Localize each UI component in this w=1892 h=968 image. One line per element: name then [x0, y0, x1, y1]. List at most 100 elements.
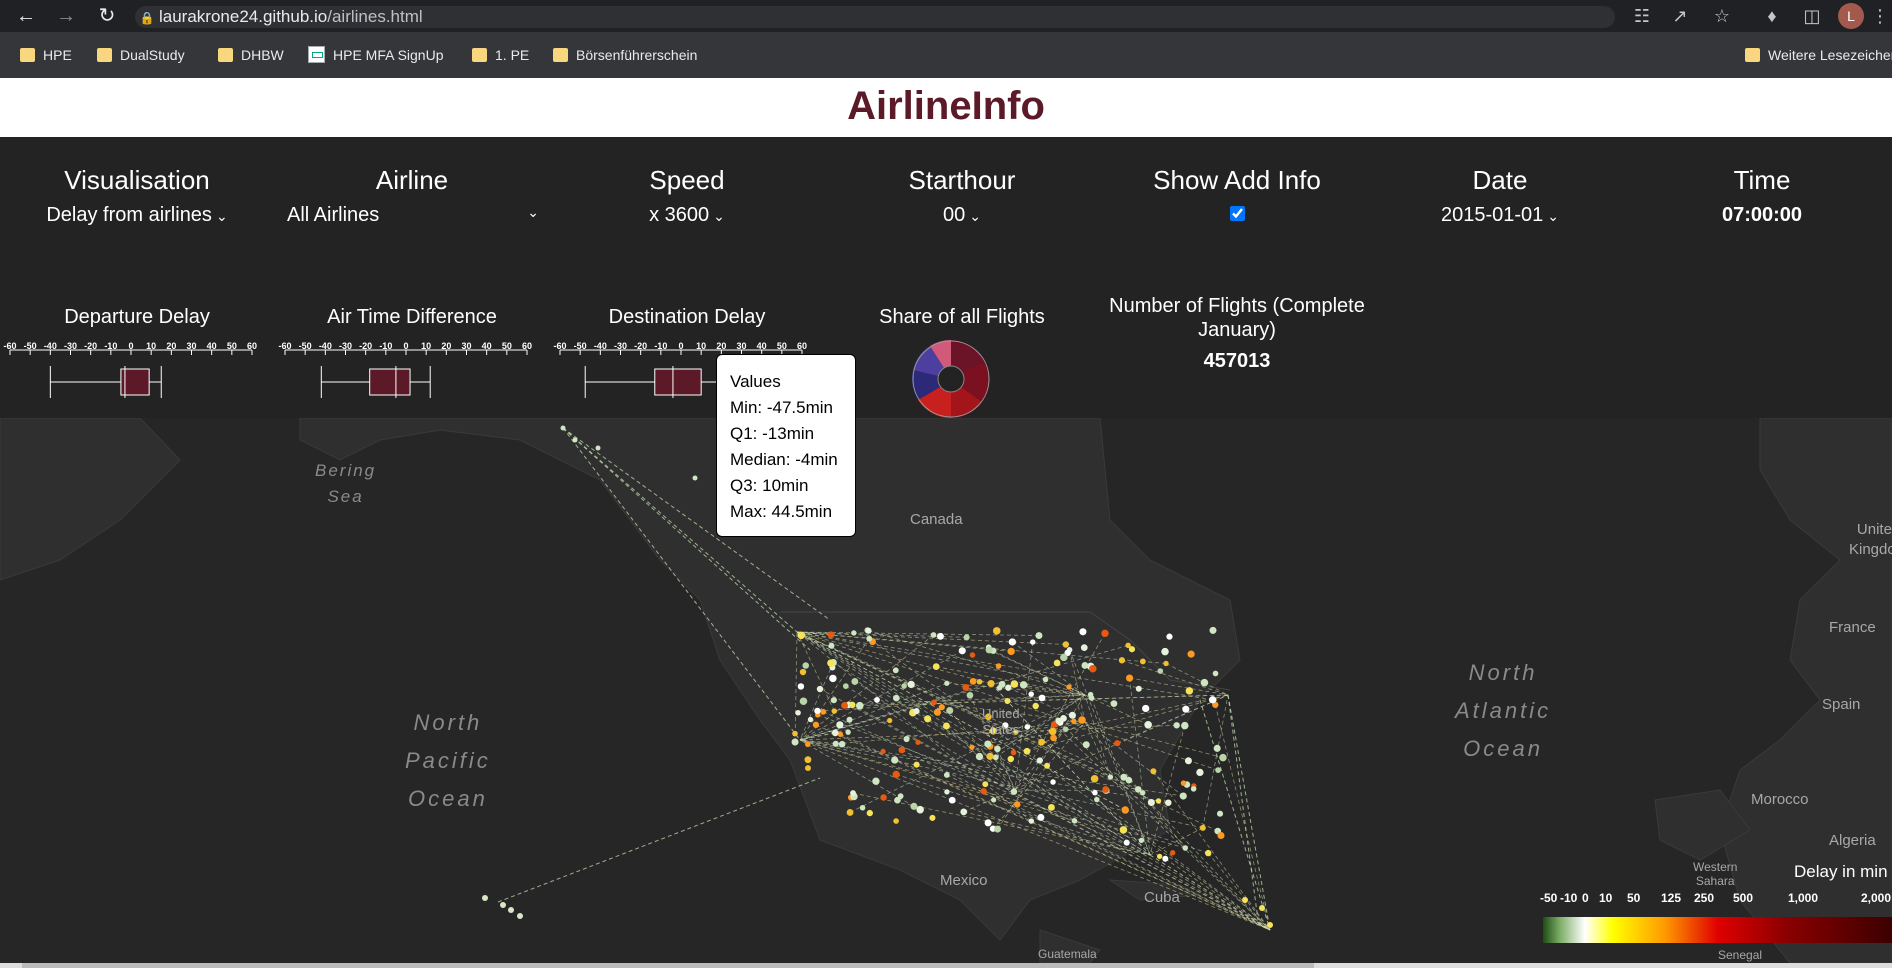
airport-dot	[1062, 726, 1069, 732]
airport-dot	[1053, 659, 1061, 667]
airport-dot	[933, 708, 941, 716]
axis-tick-label: 30	[461, 342, 471, 351]
airport-dot	[1216, 810, 1224, 817]
axis-tick-label: -30	[64, 342, 77, 351]
map-label-north-atlantic: North Atlantic Ocean	[1455, 660, 1552, 761]
axis-tick-label: 40	[482, 342, 492, 351]
bookmark-boersen[interactable]: Börsenführerschein	[553, 45, 697, 65]
legend-tick: -10	[1560, 891, 1578, 905]
visualisation-select[interactable]: Delay from airlines ⌄	[37, 204, 237, 227]
axis-tick-label: -20	[634, 342, 647, 351]
speed-select[interactable]: x 3600 ⌄	[587, 204, 787, 227]
starthour-label: Starthour	[908, 165, 1016, 195]
extensions-icon[interactable]: ♦	[1760, 4, 1784, 28]
airport-dot	[797, 631, 805, 640]
airport-dot	[838, 740, 846, 748]
airport-dot	[1082, 741, 1090, 749]
map-label-united-states: United States	[982, 706, 1020, 737]
airport-dot	[812, 721, 820, 728]
axis-tick-label: 50	[777, 342, 787, 351]
airport-dot	[891, 756, 899, 764]
airport-dot	[984, 819, 992, 827]
airport-dot	[1024, 724, 1031, 730]
airport-dot	[1162, 855, 1169, 862]
airport-dot	[1089, 665, 1097, 673]
airport-dot	[816, 685, 824, 693]
airport-dot	[850, 790, 856, 796]
airport-dot	[1079, 628, 1087, 636]
airport-dot	[1030, 639, 1036, 645]
airport-dot	[1179, 792, 1187, 800]
airport-dot	[1028, 818, 1035, 824]
page-title: AirlineInfo	[847, 84, 1045, 128]
airport-dot	[1010, 680, 1019, 688]
legend-tick: 1,000	[1788, 891, 1819, 905]
sidepanel-icon[interactable]: ◫	[1800, 4, 1824, 28]
share-donut-chart[interactable]	[912, 340, 990, 418]
airport-dot	[1185, 687, 1194, 695]
forward-icon[interactable]: →	[54, 4, 78, 28]
airport-dot	[985, 646, 993, 654]
airport-dot	[1182, 845, 1188, 851]
show-add-info-checkbox[interactable]	[1230, 206, 1245, 221]
airport-dot	[1090, 775, 1099, 783]
airport-dot	[791, 738, 799, 746]
airport-dot	[938, 704, 945, 711]
airport-dot	[1215, 767, 1222, 774]
airport-dot	[1219, 753, 1227, 762]
bookmark-dhbw[interactable]: DHBW	[218, 45, 284, 65]
bookmark-hpe[interactable]: HPE	[20, 45, 72, 65]
star-icon[interactable]: ☆	[1710, 4, 1734, 28]
bookmark-1pe[interactable]: 1. PE	[472, 45, 529, 65]
airport-dot	[931, 699, 937, 706]
starthour-select[interactable]: 00 ⌄	[862, 204, 1062, 227]
folder-icon	[218, 48, 233, 62]
airport-dot	[1169, 850, 1176, 856]
legend-tick: 0	[1582, 891, 1589, 905]
bookmark-hpe-mfa[interactable]: HPE MFA SignUp	[308, 45, 444, 65]
airport-dot	[1038, 738, 1046, 746]
airport-dot	[508, 907, 514, 913]
legend-ticks: -50 -10 0 10 50 125 250 500 1,000 2,000	[1540, 891, 1892, 909]
airport-dot	[1123, 839, 1130, 846]
scrollbar-thumb[interactable]	[22, 963, 1314, 968]
axis-tick-label: 30	[186, 342, 196, 351]
date-select[interactable]: 2015-01-01 ⌄	[1400, 204, 1600, 227]
menu-icon[interactable]: ⋮	[1868, 4, 1892, 28]
bookmark-dualstudy[interactable]: DualStudy	[97, 45, 185, 65]
tooltip-title: Values	[730, 372, 781, 391]
airport-dot	[1107, 774, 1114, 780]
airport-dot	[1042, 676, 1049, 683]
departure-delay-boxplot[interactable]: -60 -50 -40 -30 -20 -10 0 10 20 30 40 50 60	[0, 342, 262, 404]
chevron-down-icon: ⌄	[713, 208, 725, 224]
airport-dot	[946, 706, 954, 715]
back-icon[interactable]: ←	[14, 4, 38, 28]
translate-icon[interactable]: ☷	[1630, 4, 1654, 28]
airport-dot	[866, 635, 873, 642]
airline-select[interactable]: All Airlines ⌄	[287, 204, 539, 227]
reload-icon[interactable]: ↻	[95, 4, 119, 28]
profile-avatar[interactable]: L	[1838, 3, 1864, 29]
axis-tick-label: -30	[339, 342, 352, 351]
legend-tick: 125	[1661, 891, 1682, 905]
visualisation-label: Visualisation	[64, 165, 210, 195]
axis-tick-label: 60	[522, 342, 532, 351]
share-icon[interactable]: ↗	[1668, 4, 1692, 28]
airport-dot	[572, 437, 578, 443]
bookmark-other[interactable]: Weitere Lesezeichen	[1745, 45, 1892, 65]
asia-land	[0, 418, 181, 581]
airport-dot	[846, 809, 854, 816]
folder-icon	[97, 48, 112, 62]
folder-icon	[472, 48, 487, 62]
airport-dot	[1068, 711, 1076, 719]
airport-dot	[848, 701, 856, 709]
airport-dot	[1267, 922, 1273, 928]
airport-dot	[866, 809, 873, 817]
address-bar[interactable]: 🔒 laurakrone24.github.io/airlines.html	[135, 6, 1615, 28]
box	[654, 368, 702, 396]
air-time-difference-boxplot[interactable]: -60 -50 -40 -30 -20 -10 0 10 20 30 40 50 60	[275, 342, 537, 404]
airport-dot	[903, 735, 910, 743]
axis-tick-label: 40	[207, 342, 217, 351]
axis-tick-label: 20	[441, 342, 451, 351]
airport-dot	[1102, 786, 1109, 793]
